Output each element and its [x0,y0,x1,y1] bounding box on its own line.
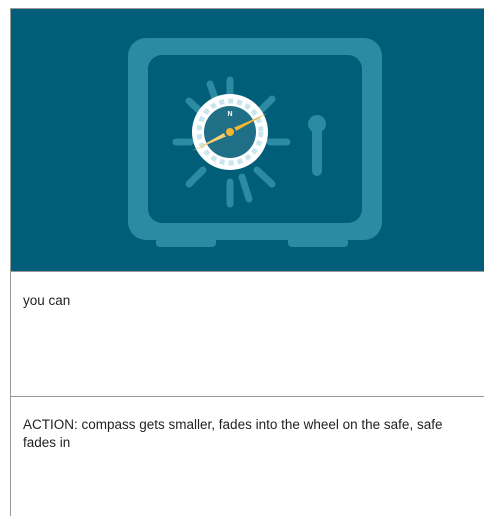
safe-handle-bar [312,127,322,176]
action-row: ACTION: compass gets smaller, fades into… [11,397,484,517]
narration-row: you can [11,271,484,397]
compass-north-letter: N [227,111,232,118]
storyboard-frame: N you can ACTION: compass gets smaller, … [10,8,484,516]
compass-needle-center [224,126,236,138]
safe-with-compass-icon: N [128,38,382,247]
action-note: ACTION: compass gets smaller, fades into… [23,417,443,450]
illustration-panel: N [11,9,484,271]
narration-text: you can [23,293,71,308]
